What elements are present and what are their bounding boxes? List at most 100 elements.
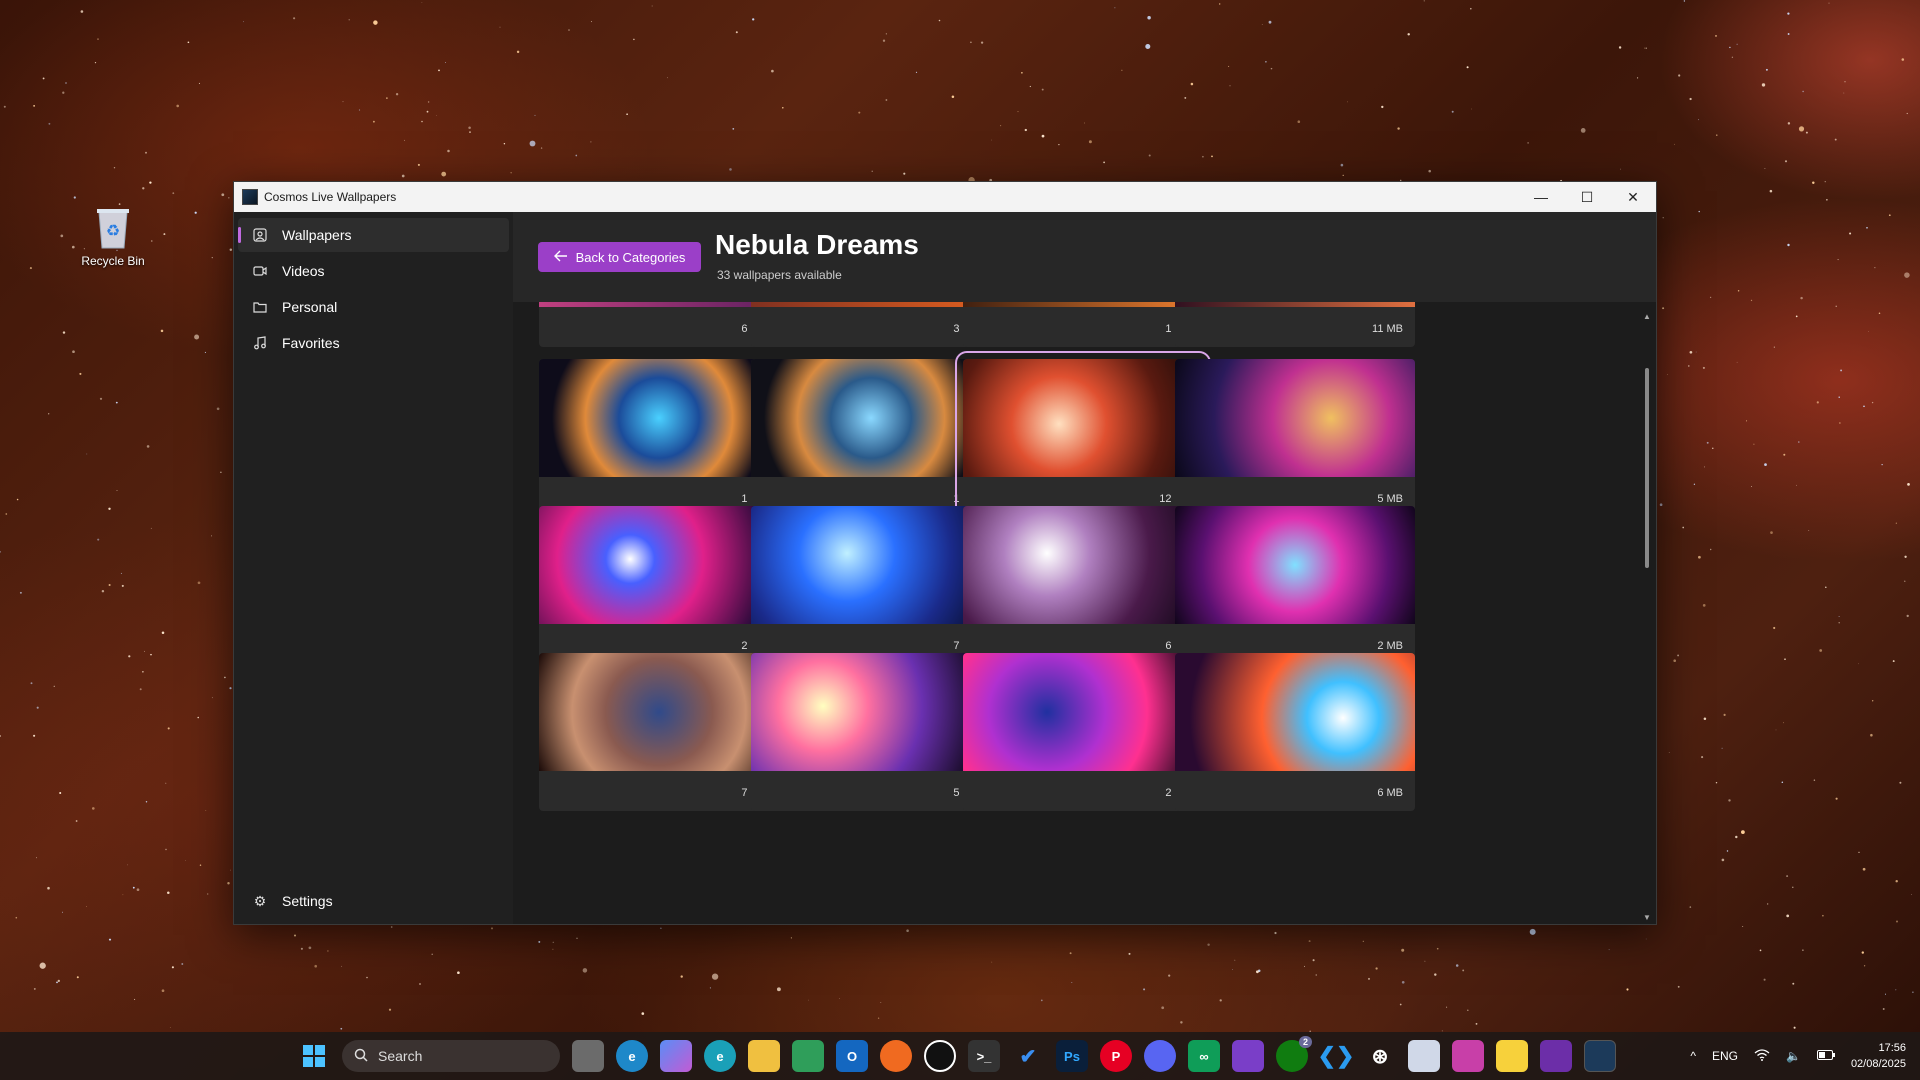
page-header: Back to Categories Nebula Dreams 33 wall… [513, 212, 1656, 302]
wallpaper-size: 11 MB [1372, 323, 1403, 335]
wallpaper-size: 2 MB [1377, 640, 1403, 652]
cosmos-app-icon[interactable] [1584, 1040, 1616, 1072]
brush-app-icon[interactable] [1232, 1040, 1264, 1072]
minimize-button[interactable]: — [1518, 182, 1564, 212]
wallpaper-thumbnail [751, 359, 991, 477]
windows-start-icon[interactable] [298, 1040, 330, 1072]
wallpaper-card[interactable]: 5 MB [751, 653, 991, 811]
camera-app-icon[interactable] [1452, 1040, 1484, 1072]
wallpaper-card[interactable]: 11 MB [1175, 302, 1415, 347]
sidebar-item-videos[interactable]: Videos [238, 254, 509, 288]
system-clock[interactable]: 17:56 02/08/2025 [1851, 1040, 1906, 1072]
maximize-button[interactable]: ☐ [1564, 182, 1610, 212]
wallpaper-card[interactable]: 7 MB [539, 653, 779, 811]
app-icon [242, 189, 258, 205]
visual-studio-icon[interactable] [1540, 1040, 1572, 1072]
wallpaper-card[interactable]: 12 MB [955, 351, 1211, 525]
edge-icon[interactable]: e [616, 1040, 648, 1072]
todo-check-icon[interactable]: ✔ [1012, 1040, 1044, 1072]
wifi-icon[interactable] [1754, 1048, 1770, 1064]
discord-icon[interactable] [1144, 1040, 1176, 1072]
xbox-notification-badge: 2 [1298, 1036, 1312, 1048]
wallpaper-thumbnail [963, 653, 1203, 771]
wallpaper-thumbnail [963, 302, 1203, 307]
wallpaper-size: 6 MB [1377, 787, 1403, 799]
recycle-bin-label: Recycle Bin [81, 254, 145, 268]
wallpaper-thumbnail [1175, 302, 1415, 307]
wallpaper-card[interactable]: 6 MB [539, 302, 779, 347]
chatgpt-icon[interactable]: ⊛ [1364, 1040, 1396, 1072]
pinterest-icon[interactable]: P [1100, 1040, 1132, 1072]
vertical-scrollbar[interactable]: ▲ ▼ [1642, 312, 1652, 922]
wallpaper-card[interactable]: 1 MB [751, 359, 991, 517]
obs-icon[interactable] [924, 1040, 956, 1072]
wallpaper-grid: ▲ ▼ 6 MB 3 MB 1 MB 11 MB 1 MB 1 MB 12 MB… [513, 302, 1656, 924]
wallpaper-thumbnail [751, 302, 991, 307]
search-icon [354, 1048, 368, 1065]
sidebar-item-personal[interactable]: Personal [238, 290, 509, 324]
back-button-label: Back to Categories [575, 249, 686, 265]
wallpaper-card[interactable]: 1 MB [963, 302, 1203, 347]
sidebar: Wallpapers Videos Personal Favorites ⚙ S… [234, 212, 513, 924]
photoshop-icon[interactable]: Ps [1056, 1040, 1088, 1072]
scrollbar-thumb[interactable] [1645, 368, 1649, 568]
window-title: Cosmos Live Wallpapers [264, 190, 397, 204]
gear-icon: ⚙ [253, 892, 267, 909]
wallpaper-thumbnail [539, 653, 779, 771]
recycle-bin-icon[interactable]: ♻ Recycle Bin [78, 206, 148, 268]
battery-icon[interactable] [1816, 1049, 1835, 1063]
svg-text:♻: ♻ [106, 223, 120, 240]
terminal-icon[interactable]: >_ [968, 1040, 1000, 1072]
wallpaper-thumbnail [751, 653, 991, 771]
wallpaper-card[interactable]: 2 MB [1175, 506, 1415, 664]
game-pass-icon[interactable]: ∞ [1188, 1040, 1220, 1072]
sidebar-item-label: Wallpapers [282, 227, 352, 243]
taskbar: Search e e O >_ ✔ Ps P ∞ 2 ❮❯ ⊛ ^ ENG � [0, 1032, 1920, 1080]
wallpaper-thumbnail [963, 359, 1203, 477]
clock-time: 17:56 [1878, 1042, 1906, 1054]
scroll-down-icon[interactable]: ▼ [1643, 913, 1651, 922]
wallpaper-thumbnail [1175, 506, 1415, 624]
wallpaper-card[interactable]: 6 MB [1175, 653, 1415, 811]
wallpaper-card[interactable]: 1 MB [539, 359, 779, 517]
wallpaper-thumbnail [539, 359, 779, 477]
xbox-icon[interactable]: 2 [1276, 1036, 1312, 1072]
recycle-bin-graphic: ♻ [93, 206, 133, 250]
scroll-up-icon[interactable]: ▲ [1643, 312, 1651, 321]
app-window: Cosmos Live Wallpapers — ☐ ✕ Wallpapers … [233, 181, 1657, 925]
title-bar[interactable]: Cosmos Live Wallpapers — ☐ ✕ [234, 182, 1656, 212]
sidebar-item-label: Videos [282, 263, 325, 279]
search-placeholder: Search [378, 1048, 423, 1064]
sticky-notes-icon[interactable] [1496, 1040, 1528, 1072]
wallpaper-card[interactable]: 3 MB [751, 302, 991, 347]
back-to-categories-button[interactable]: Back to Categories [538, 242, 701, 272]
spreadsheet-icon[interactable] [792, 1040, 824, 1072]
wallpaper-card[interactable]: 6 MB [963, 506, 1203, 664]
wallpaper-card[interactable]: 7 MB [751, 506, 991, 664]
volume-icon[interactable]: 🔈 [1786, 1049, 1801, 1063]
copilot-icon[interactable] [660, 1040, 692, 1072]
task-view-icon[interactable] [572, 1040, 604, 1072]
sidebar-item-label: Favorites [282, 335, 340, 351]
edge-dev-icon[interactable]: e [704, 1040, 736, 1072]
vscode-icon[interactable]: ❮❯ [1318, 1040, 1355, 1072]
video-icon [252, 263, 268, 279]
wallpaper-card[interactable]: 2 MB [963, 653, 1203, 811]
file-explorer-icon[interactable] [748, 1040, 780, 1072]
sidebar-item-favorites[interactable]: Favorites [238, 326, 509, 360]
wallpaper-card[interactable]: 5 MB [1175, 359, 1415, 517]
main-content: Back to Categories Nebula Dreams 33 wall… [513, 212, 1656, 924]
page-title: Nebula Dreams [715, 229, 919, 260]
wallpaper-thumbnail [1175, 653, 1415, 771]
taskbar-search[interactable]: Search [342, 1040, 560, 1072]
remote-desktop-icon[interactable] [1408, 1040, 1440, 1072]
language-indicator[interactable]: ENG [1712, 1049, 1738, 1063]
close-button[interactable]: ✕ [1610, 182, 1656, 212]
wallpaper-thumbnail [539, 302, 779, 307]
firefox-icon[interactable] [880, 1040, 912, 1072]
wallpaper-card[interactable]: 2 MB [539, 506, 779, 664]
chevron-up-icon[interactable]: ^ [1690, 1049, 1696, 1063]
sidebar-item-settings[interactable]: ⚙ Settings [238, 884, 509, 918]
outlook-icon[interactable]: O [836, 1040, 868, 1072]
sidebar-item-wallpapers[interactable]: Wallpapers [238, 218, 509, 252]
